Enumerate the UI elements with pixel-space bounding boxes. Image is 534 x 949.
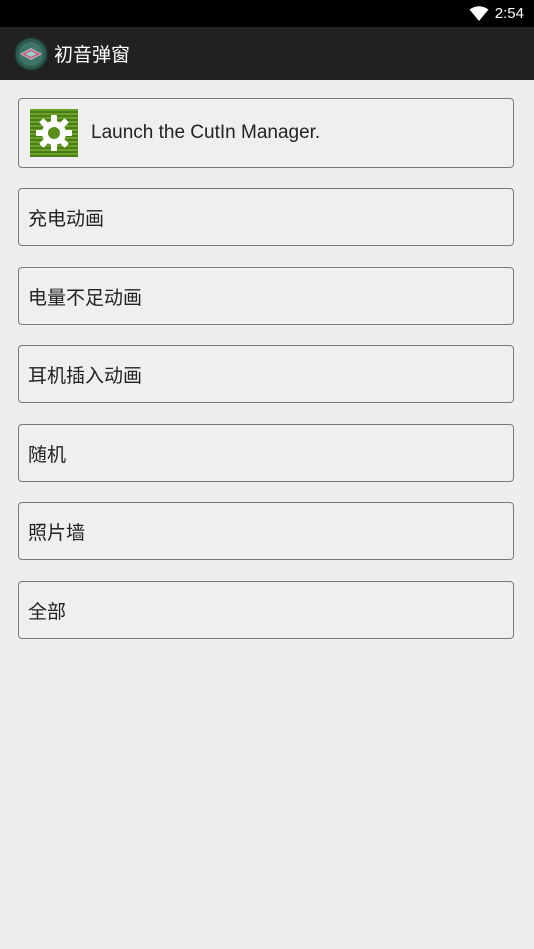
app-logo-icon <box>14 36 48 71</box>
menu-item-label: 照片墙 <box>28 521 86 544</box>
menu-item-label: 电量不足动画 <box>28 286 143 309</box>
wifi-icon <box>469 5 489 21</box>
menu-item-random[interactable]: 随机 <box>18 424 514 482</box>
menu-item-label: 耳机插入动画 <box>28 364 143 387</box>
menu-item-all[interactable]: 全部 <box>18 581 514 639</box>
status-indicators: 2:54 <box>469 0 524 27</box>
status-bar: 2:54 <box>0 0 534 27</box>
gear-icon <box>36 115 72 151</box>
launch-cutin-manager-label: Launch the CutIn Manager. <box>91 122 321 143</box>
menu-item-label: 充电动画 <box>28 207 105 230</box>
gear-icon-tile <box>30 109 78 157</box>
status-time: 2:54 <box>494 5 524 22</box>
menu-item-low-battery-animation[interactable]: 电量不足动画 <box>18 267 514 325</box>
menu-item-charging-animation[interactable]: 充电动画 <box>18 188 514 246</box>
menu-item-headphone-animation[interactable]: 耳机插入动画 <box>18 345 514 403</box>
launch-cutin-manager-button[interactable]: Launch the CutIn Manager. <box>18 98 514 168</box>
menu-item-label: 全部 <box>28 600 67 623</box>
app-title: 初音弹窗 <box>54 44 131 66</box>
menu-item-photo-wall[interactable]: 照片墙 <box>18 502 514 560</box>
menu-item-label: 随机 <box>28 443 67 466</box>
app-bar: 初音弹窗 <box>0 27 534 80</box>
